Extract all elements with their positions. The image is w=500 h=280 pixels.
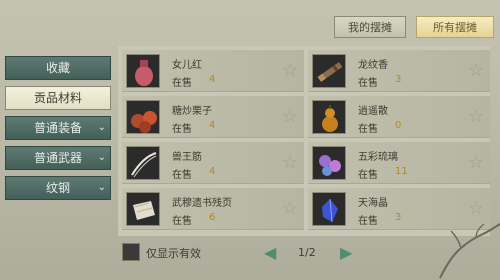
item-status: 在售 <box>172 216 192 227</box>
favorite-star-icon[interactable]: ☆ <box>468 106 484 127</box>
list-item[interactable]: 五彩琉璃 在售 11 ☆ <box>308 142 490 184</box>
sidebar-item-normal-weapons[interactable]: 普通武器 ⌄ <box>5 146 111 170</box>
tab-all-stalls[interactable]: 所有摆摊 <box>416 16 494 38</box>
next-page-icon[interactable]: ▶ <box>340 243 352 262</box>
item-count: 0 <box>395 120 402 131</box>
sidebar-item-tribute-materials[interactable]: 贡品材料 <box>5 86 111 110</box>
incense-bundle-icon <box>312 54 346 88</box>
list-item[interactable]: 逍遥散 在售 0 ☆ <box>308 96 490 138</box>
favorite-star-icon[interactable]: ☆ <box>468 60 484 81</box>
sidebar-item-favorites[interactable]: 收藏 <box>5 56 111 80</box>
item-status: 在售 <box>172 124 192 135</box>
chevron-down-icon: ⌄ <box>97 182 106 193</box>
item-name: 糖炒栗子 <box>172 106 212 117</box>
favorite-star-icon[interactable]: ☆ <box>282 106 298 127</box>
item-name: 逍遥散 <box>358 106 388 117</box>
sidebar-item-label: 贡品材料 <box>33 91 82 105</box>
sidebar-item-label: 收藏 <box>45 61 70 75</box>
market-panel: 我的摆摊 所有摆摊 收藏 贡品材料 普通装备 ⌄ 普通武器 ⌄ 纹钢 ⌄ 女儿红… <box>0 0 500 280</box>
show-valid-only-label: 仅显示有效 <box>146 247 201 260</box>
wine-jar-icon <box>126 54 160 88</box>
item-count: 6 <box>209 212 216 223</box>
list-item[interactable]: 糖炒栗子 在售 4 ☆ <box>122 96 304 138</box>
prev-page-icon[interactable]: ◀ <box>264 243 276 262</box>
sidebar-item-normal-equipment[interactable]: 普通装备 ⌄ <box>5 116 111 140</box>
list-item[interactable]: 龙纹香 在售 3 ☆ <box>308 50 490 92</box>
favorite-star-icon[interactable]: ☆ <box>468 152 484 173</box>
item-count: 3 <box>395 74 402 85</box>
list-item[interactable]: 武穆遗书残页 在售 6 ☆ <box>122 188 304 230</box>
sidebar-item-patterned-steel[interactable]: 纹钢 ⌄ <box>5 176 111 200</box>
list-item[interactable]: 女儿红 在售 4 ☆ <box>122 50 304 92</box>
favorite-star-icon[interactable]: ☆ <box>282 198 298 219</box>
item-status: 在售 <box>172 78 192 89</box>
paper-scroll-icon <box>126 192 160 226</box>
chevron-down-icon: ⌄ <box>97 152 106 163</box>
item-status: 在售 <box>358 124 378 135</box>
item-status: 在售 <box>358 216 378 227</box>
item-list: 女儿红 在售 4 ☆ 糖炒栗子 在售 4 ☆ 兽王筋 在售 4 ☆ 武穆遗书残页… <box>118 46 490 236</box>
sidebar-item-label: 普通武器 <box>33 151 82 165</box>
item-count: 4 <box>209 120 216 131</box>
chevron-down-icon: ⌄ <box>97 122 106 133</box>
item-name: 龙纹香 <box>358 60 388 71</box>
item-name: 五彩琉璃 <box>358 152 398 163</box>
item-name: 武穆遗书残页 <box>172 198 232 209</box>
glass-beads-icon <box>312 146 346 180</box>
favorite-star-icon[interactable]: ☆ <box>282 152 298 173</box>
show-valid-only-checkbox[interactable] <box>122 243 140 261</box>
gourd-icon <box>312 100 346 134</box>
tendon-icon <box>126 146 160 180</box>
item-count: 4 <box>209 166 216 177</box>
chestnut-icon <box>126 100 160 134</box>
item-name: 兽王筋 <box>172 152 202 163</box>
tab-my-stalls[interactable]: 我的摆摊 <box>334 16 406 38</box>
item-count: 11 <box>395 166 408 177</box>
item-status: 在售 <box>172 170 192 181</box>
sidebar-item-label: 纹钢 <box>45 181 70 195</box>
sidebar-item-label: 普通装备 <box>33 121 82 135</box>
item-count: 3 <box>395 212 402 223</box>
page-indicator: 1/2 <box>298 246 316 259</box>
item-status: 在售 <box>358 170 378 181</box>
item-name: 天海晶 <box>358 198 388 209</box>
decorative-tree-icon <box>439 223 500 279</box>
item-count: 4 <box>209 74 216 85</box>
favorite-star-icon[interactable]: ☆ <box>282 60 298 81</box>
item-name: 女儿红 <box>172 60 202 71</box>
list-item[interactable]: 兽王筋 在售 4 ☆ <box>122 142 304 184</box>
blue-crystal-icon <box>312 192 346 226</box>
item-status: 在售 <box>358 78 378 89</box>
